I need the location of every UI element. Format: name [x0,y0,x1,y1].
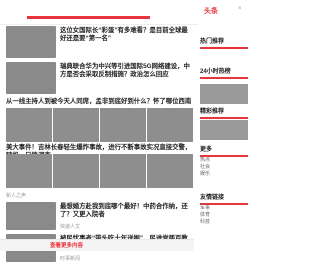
sidebar-divider [200,47,248,49]
sidebar-heading[interactable]: 更多 [200,146,248,154]
gallery-image[interactable] [6,108,52,142]
image-gallery[interactable] [6,154,193,188]
load-more-link[interactable]: 查看更多内容 [50,241,83,249]
sidebar-link[interactable]: 社会 [200,164,248,171]
article-title[interactable]: 瑞典联合华为中兴等引进国际5G网络建设，中方是否会采取反制措施？政治怎么回应 [60,63,192,80]
sidebar-heading[interactable]: 友情链接 [200,194,248,202]
brand-logo[interactable]: 头条 [204,6,218,16]
article-item[interactable]: 这位女国际长“彩蛋”有多难看？是目前全球最好还是要“第一名” [0,26,194,62]
sidebar-heading[interactable]: 24小时热榜 [200,68,248,76]
news-feed: 这位女国际长“彩蛋”有多难看？是目前全球最好还是要“第一名” 瑞典联合华为中兴等… [0,26,194,262]
sidebar-link[interactable]: 军事 [200,205,248,212]
article-thumbnail[interactable] [6,62,56,94]
article-item[interactable]: 瑞典联合华为中兴等引进国际5G网络建设，中方是否会采取反制措施？政治怎么回应 [0,62,194,96]
gallery-image[interactable] [147,108,193,142]
sidebar-section: 热门推荐 [200,38,248,49]
gallery-image[interactable] [53,154,99,188]
article-title[interactable]: 最想婚方赴我到底哪个最好！中药合作纳，还了？又更入院者 [60,203,192,220]
image-gallery[interactable] [6,108,193,142]
sidebar-image[interactable] [200,120,248,140]
sidebar-heading[interactable]: 精彩推荐 [200,108,248,116]
article-thumbnail[interactable] [6,202,56,230]
article-source: 新人之声 [6,193,27,199]
article-title-wide[interactable]: 从一线主持人到被今天人同席，孟非到底好到什么？怀了哪位西南 [6,98,192,106]
sidebar-divider [200,77,248,79]
article-thumbnail[interactable] [6,26,56,58]
sidebar-section: 精彩推荐 [200,108,248,119]
article-source: 快速人文 [60,224,81,230]
load-more-bar[interactable]: 查看更多内容 [0,239,194,251]
sidebar-link[interactable]: 娱乐 [200,171,248,178]
gallery-image[interactable] [147,154,193,188]
gallery-image[interactable] [100,108,146,142]
article-meta-row: 新人之声 [0,192,194,200]
article-title[interactable]: 这位女国际长“彩蛋”有多难看？是目前全球最好还是要“第一名” [60,27,192,44]
sidebar-section: 友情链接 军事 体育 科技 [200,194,248,226]
sidebar-section: 更多 热点 社会 娱乐 [200,146,248,178]
article-source: 时事新闻 [60,256,81,262]
sidebar-image[interactable] [200,84,248,104]
close-icon[interactable]: × [238,6,242,12]
sidebar-divider [200,117,248,119]
sidebar-link[interactable]: 热点 [200,157,248,164]
sidebar-heading[interactable]: 热门推荐 [200,38,248,46]
sidebar-section: 24小时热榜 [200,68,248,79]
sidebar-link[interactable]: 科技 [200,219,248,226]
top-accent-line [27,16,150,19]
gallery-image[interactable] [100,154,146,188]
article-item[interactable]: 最想婚方赴我到底哪个最好！中药合作纳，还了？又更入院者 快速人文 [0,202,194,232]
sidebar-link[interactable]: 体育 [200,212,248,219]
gallery-image[interactable] [6,154,52,188]
gallery-image[interactable] [53,108,99,142]
